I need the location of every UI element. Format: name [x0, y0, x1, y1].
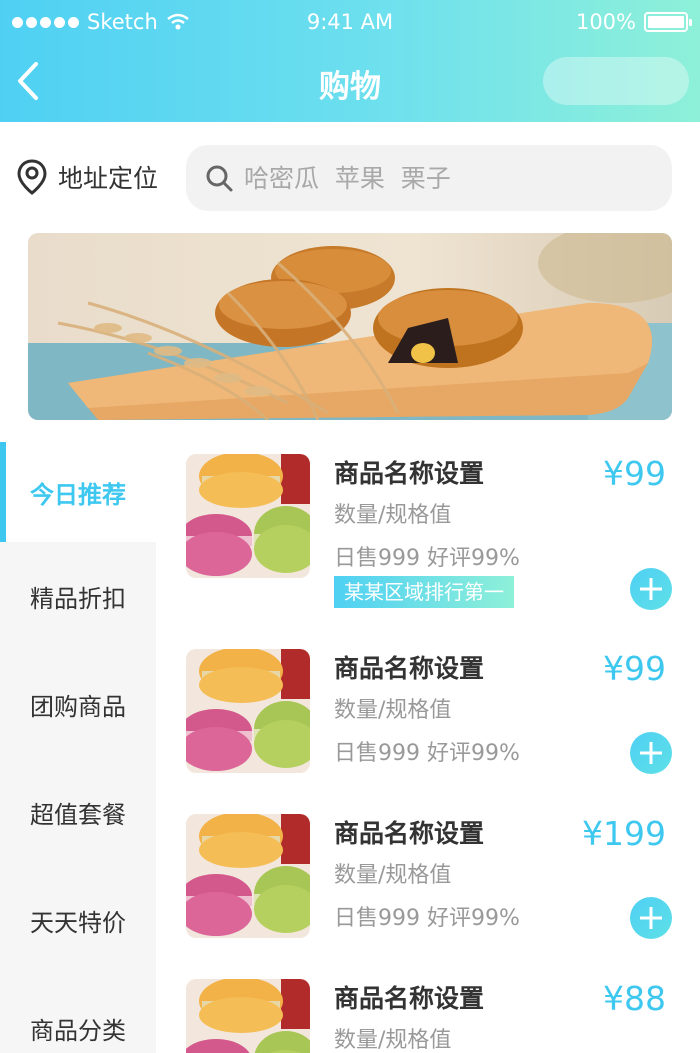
rank-tag: 某某区域排行第一 [334, 576, 514, 608]
sidebar-item-discount[interactable]: 精品折扣 [0, 546, 156, 646]
product-price: ¥99 [603, 454, 666, 493]
location-label: 地址定位 [58, 164, 159, 193]
product-image [186, 979, 310, 1053]
sidebar-item-label: 团购商品 [30, 692, 126, 721]
product-price: ¥199 [582, 814, 666, 853]
promo-banner[interactable] [28, 233, 672, 420]
product-sales: 日售999 好评99% [334, 741, 520, 766]
product-price: ¥88 [603, 979, 666, 1018]
search-input[interactable] [244, 163, 644, 193]
sidebar-item-today[interactable]: 今日推荐 [0, 442, 156, 542]
product-image [186, 814, 310, 938]
sidebar-item-label: 今日推荐 [30, 480, 126, 509]
sidebar-item-group-buy[interactable]: 团购商品 [0, 654, 156, 754]
location-pin-icon [17, 159, 47, 195]
product-name: 商品名称设置 [334, 819, 485, 848]
product-spec: 数量/规格值 [334, 698, 452, 723]
battery-percent: 100% [575, 10, 636, 34]
product-price: ¥99 [603, 649, 666, 688]
status-bar: Sketch 9:41 AM 100% [0, 0, 700, 46]
product-card[interactable]: 商品名称设置 数量/规格值 ¥88 [186, 979, 686, 1053]
product-name: 商品名称设置 [334, 984, 485, 1013]
product-image [186, 649, 310, 773]
plus-icon[interactable] [630, 732, 672, 774]
product-card[interactable]: 商品名称设置 数量/规格值 日售999 好评99% 某某区域排行第一 ¥99 [186, 454, 686, 610]
sidebar-item-label: 超值套餐 [30, 800, 126, 829]
product-spec: 数量/规格值 [334, 1028, 452, 1053]
product-image [186, 454, 310, 578]
sidebar-item-label: 天天特价 [30, 908, 126, 937]
battery-icon [644, 12, 692, 32]
header-action-button[interactable] [543, 57, 689, 105]
product-card[interactable]: 商品名称设置 数量/规格值 日售999 好评99% ¥199 [186, 814, 686, 964]
mooncake-banner-image [28, 233, 672, 420]
product-sales: 日售999 好评99% [334, 906, 520, 931]
search-icon [206, 165, 233, 192]
product-sales: 日售999 好评99% [334, 546, 520, 571]
sidebar-item-daily-special[interactable]: 天天特价 [0, 870, 156, 970]
header: Sketch 9:41 AM 100% 购物 [0, 0, 700, 122]
sidebar-item-value-set[interactable]: 超值套餐 [0, 762, 156, 862]
sidebar-item-label: 精品折扣 [30, 584, 126, 613]
plus-icon[interactable] [630, 568, 672, 610]
sidebar-item-category[interactable]: 商品分类 [0, 978, 156, 1053]
product-spec: 数量/规格值 [334, 503, 452, 528]
product-name: 商品名称设置 [334, 459, 485, 488]
product-spec: 数量/规格值 [334, 863, 452, 888]
product-name: 商品名称设置 [334, 654, 485, 683]
plus-icon[interactable] [630, 897, 672, 939]
sidebar-item-label: 商品分类 [30, 1016, 126, 1045]
location-selector[interactable]: 地址定位 [16, 158, 158, 196]
product-card[interactable]: 商品名称设置 数量/规格值 日售999 好评99% ¥99 [186, 649, 686, 799]
search-bar[interactable] [186, 145, 672, 211]
category-sidebar: 今日推荐 精品折扣 团购商品 超值套餐 天天特价 商品分类 [0, 442, 156, 1053]
